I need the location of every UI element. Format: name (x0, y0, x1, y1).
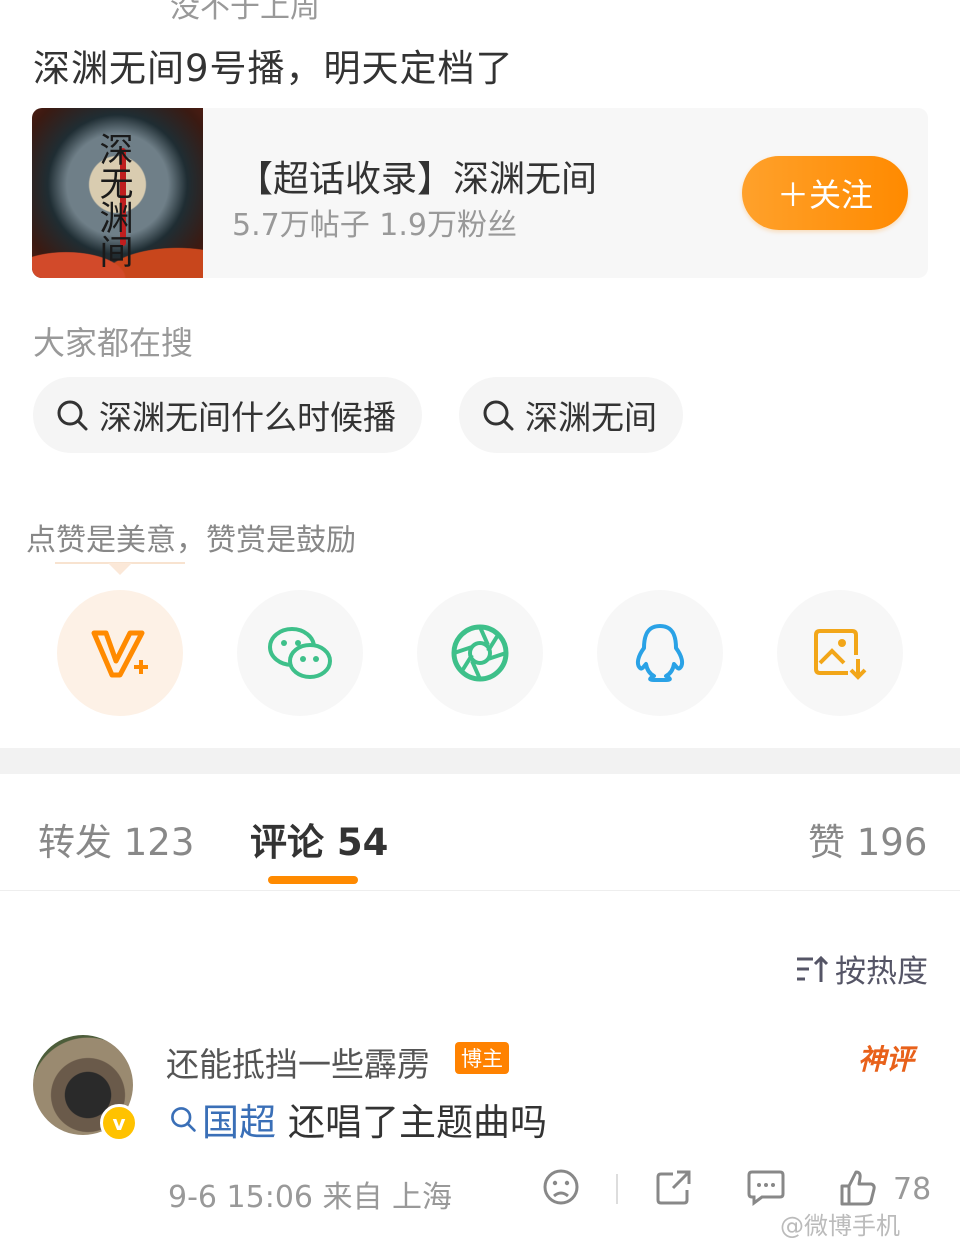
top-comment-badge: 神评 (858, 1043, 915, 1076)
wechat-icon (268, 627, 332, 679)
tooltip-arrow (108, 563, 132, 575)
tab-repost[interactable]: 转发 123 (38, 812, 194, 866)
like-count: 78 (893, 1172, 932, 1207)
search-icon (483, 400, 514, 431)
thumbs-up-icon (840, 1170, 876, 1206)
comment-username[interactable]: 还能抵挡一些霹雳 (166, 1038, 430, 1086)
search-chip-label: 深渊无间 (525, 398, 657, 437)
previous-line-fragment: 没不于上周 (170, 0, 320, 25)
trending-search-heading: 大家都在搜 (33, 324, 194, 362)
v-plus-reward-icon (91, 630, 148, 678)
active-tab-indicator (268, 876, 358, 884)
section-divider (0, 748, 960, 774)
topic-cover-image: 深无渊间 (32, 108, 203, 278)
search-icon (171, 1107, 196, 1132)
topic-name: 【超话收录】深渊无间 (237, 159, 598, 200)
dislike-button[interactable] (542, 1168, 580, 1210)
host-badge: 博主 (455, 1042, 509, 1074)
comment-meta: 9-6 15:06 来自 上海 (168, 1180, 453, 1215)
topic-stats: 5.7万帖子 1.9万粉丝 (232, 208, 517, 243)
verified-badge-icon: v (100, 1104, 138, 1142)
comment-icon (747, 1170, 785, 1206)
watermark: @微博手机 (780, 1212, 900, 1240)
praise-tip: 点赞是美意，赞赏是鼓励 (26, 523, 356, 558)
topic-link-label: 国超 (202, 1101, 276, 1144)
reward-button[interactable] (57, 590, 183, 716)
super-topic-card[interactable]: 深无渊间 【超话收录】深渊无间 5.7万帖子 1.9万粉丝 ＋关注 (32, 108, 928, 278)
topic-link[interactable]: 国超 (168, 1092, 276, 1146)
share-qq-button[interactable] (597, 590, 723, 716)
comment-text: 还唱了主题曲吗 (288, 1101, 547, 1144)
cover-title: 深无渊间 (93, 132, 133, 268)
sort-by-hot-button[interactable]: 按热度 (795, 946, 928, 991)
sort-icon (797, 955, 829, 982)
search-icon (57, 400, 88, 431)
sort-label: 按热度 (835, 954, 928, 990)
search-chip[interactable]: 深渊无间 (459, 377, 683, 453)
post-text: 深渊无间9号播，明天定档了 (33, 47, 514, 90)
share-icon (656, 1170, 691, 1205)
tab-comments[interactable]: 评论 54 (250, 812, 388, 866)
repost-button[interactable] (655, 1168, 693, 1210)
comment-body: 国超 还唱了主题曲吗 (168, 1092, 547, 1146)
sad-face-icon (543, 1169, 579, 1205)
qq-icon (635, 624, 685, 682)
search-chip[interactable]: 深渊无间什么时候播 (33, 377, 422, 453)
search-chip-label: 深渊无间什么时候播 (99, 398, 396, 437)
tab-likes[interactable]: 赞 196 (808, 812, 927, 866)
reply-button[interactable] (746, 1168, 786, 1210)
follow-button[interactable]: ＋关注 (742, 156, 908, 230)
share-moments-button[interactable] (417, 590, 543, 716)
save-image-icon (814, 629, 867, 680)
moments-icon (451, 624, 509, 682)
share-wechat-button[interactable] (237, 590, 363, 716)
save-image-button[interactable] (777, 590, 903, 716)
